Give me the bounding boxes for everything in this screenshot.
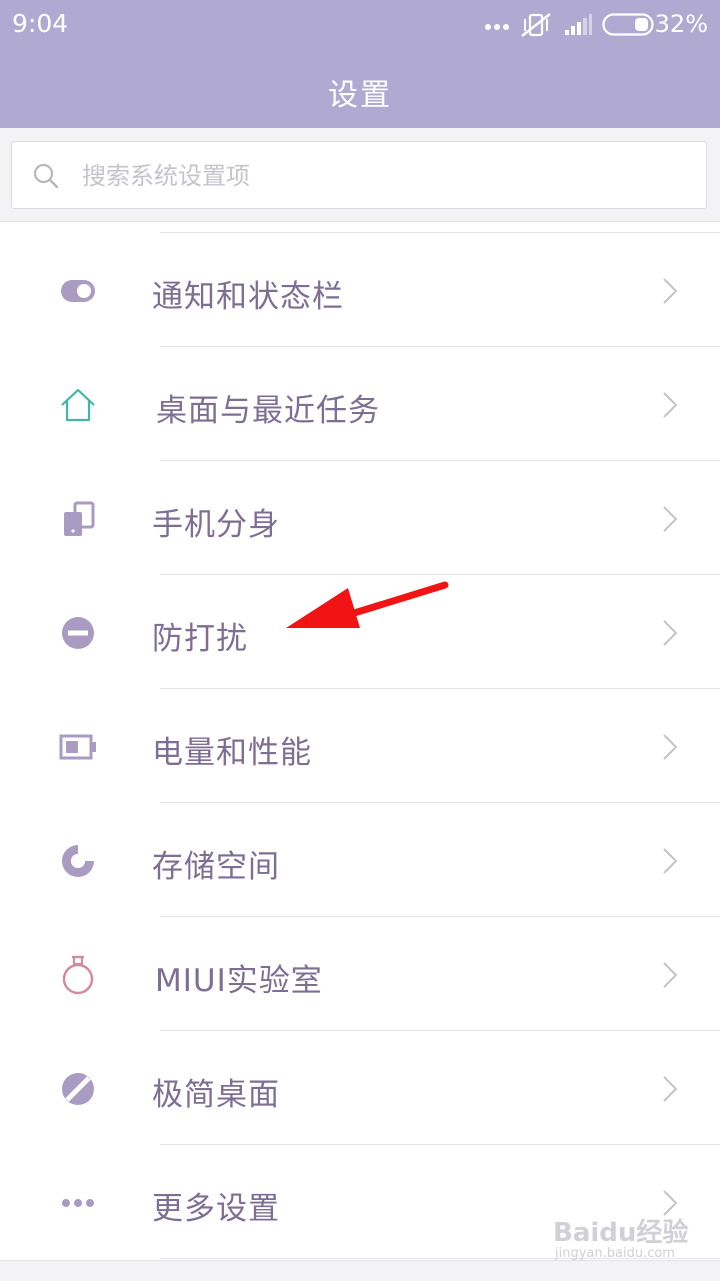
setting-label: MIUI实验室 [155, 963, 323, 999]
setting-label: 电量和性能 [152, 735, 312, 771]
search-box[interactable] [11, 141, 707, 209]
setting-row-desktop-recents[interactable]: 桌面与最近任务 [0, 347, 720, 461]
setting-row-storage[interactable]: 存储空间 [0, 803, 720, 917]
toggle-icon [61, 280, 95, 302]
setting-label: 更多设置 [152, 1191, 280, 1227]
battery-icon [602, 13, 654, 36]
setting-label: 通知和状态栏 [152, 279, 344, 315]
signal-icon [565, 14, 592, 35]
chevron-right-icon [663, 506, 678, 532]
setting-label: 桌面与最近任务 [156, 393, 380, 429]
chevron-right-icon [663, 620, 678, 646]
minimal-desktop-icon [62, 1073, 94, 1105]
status-time: 9:04 [12, 9, 69, 38]
setting-row-second-space[interactable]: 手机分身 [0, 461, 720, 575]
page-title: 设置 [328, 78, 392, 113]
chevron-right-icon [663, 962, 678, 988]
search-area [0, 128, 720, 222]
setting-row-miui-lab[interactable]: MIUI实验室 [0, 917, 720, 1031]
mute-vibrate-icon [521, 13, 551, 37]
lab-flask-icon [62, 955, 94, 995]
chevron-right-icon [663, 848, 678, 874]
setting-label: 存储空间 [152, 849, 280, 885]
status-icons: 32% [460, 0, 720, 50]
more-dots-icon [485, 24, 509, 30]
settings-list: 通知和状态栏 桌面与最近任务 手机分身 防打扰 电量和性能 存储空间 MIUI实… [0, 233, 720, 1259]
battery-percent: 32% [654, 10, 708, 38]
setting-row-notifications[interactable]: 通知和状态栏 [0, 233, 720, 347]
chevron-right-icon [663, 1076, 678, 1102]
annotation-arrow [286, 581, 449, 628]
more-settings-icon [62, 1199, 94, 1207]
setting-row-minimal-desktop[interactable]: 极简桌面 [0, 1031, 720, 1145]
search-icon [33, 163, 59, 189]
watermark-brand: Baidu经验 [553, 1218, 689, 1248]
status-bar: 9:04 32% [0, 0, 720, 50]
chevron-right-icon [663, 278, 678, 304]
home-icon [61, 388, 95, 422]
setting-label: 防打扰 [152, 621, 248, 657]
chevron-right-icon [663, 392, 678, 418]
storage-pie-icon [62, 843, 96, 877]
title-bar: 设置 [0, 50, 720, 128]
setting-row-battery-performance[interactable]: 电量和性能 [0, 689, 720, 803]
do-not-disturb-icon [62, 617, 94, 649]
watermark-url: jingyan.baidu.com [555, 1246, 675, 1261]
search-input[interactable] [80, 154, 684, 198]
phone-clone-icon [64, 501, 95, 536]
setting-label: 极简桌面 [152, 1077, 280, 1113]
watermark: Baidu经验 jingyan.baidu.com [553, 1212, 693, 1268]
setting-label: 手机分身 [152, 507, 280, 543]
chevron-right-icon [663, 734, 678, 760]
battery-performance-icon [59, 734, 96, 760]
